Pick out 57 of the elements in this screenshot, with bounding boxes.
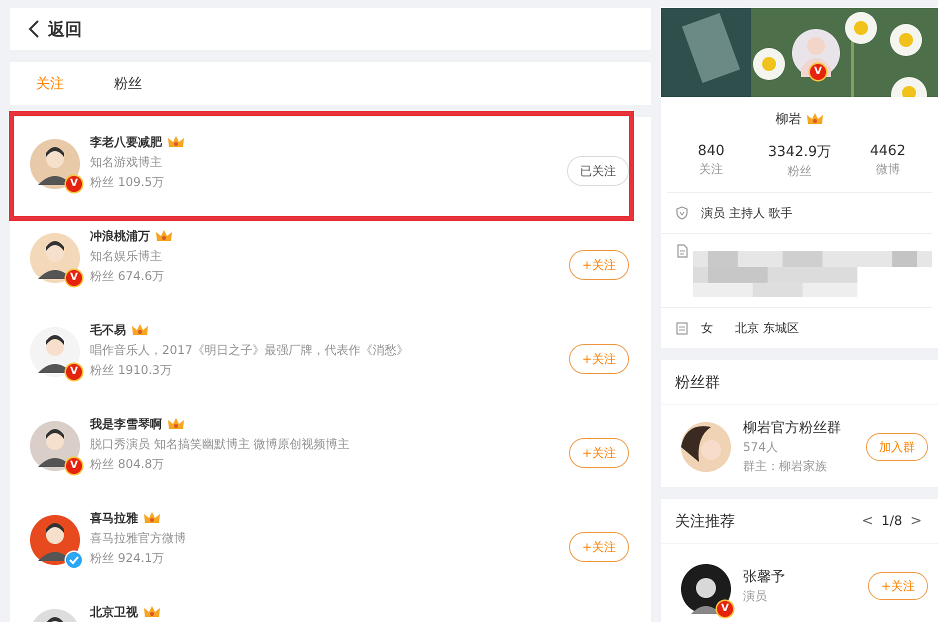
group-owner: 群主：柳岩家族 bbox=[743, 458, 828, 475]
verified-badge: V bbox=[717, 601, 733, 617]
crown-icon bbox=[131, 322, 149, 338]
tab[interactable]: 粉丝 bbox=[100, 74, 156, 92]
crown-icon bbox=[155, 228, 173, 244]
stat-label: 粉丝 bbox=[787, 163, 812, 180]
profile-name: 柳岩 bbox=[776, 111, 802, 128]
crown-icon bbox=[167, 416, 185, 432]
back-link[interactable]: 返回 bbox=[28, 18, 82, 40]
shield-icon bbox=[675, 206, 689, 220]
user-name[interactable]: 北京卫视 bbox=[90, 604, 138, 620]
user-description: 脱口秀演员 知名搞笑幽默博主 微博原创视频博主 bbox=[90, 436, 351, 453]
follow-button[interactable]: 已关注 bbox=[567, 156, 629, 186]
stat-value: 4462 bbox=[870, 143, 906, 159]
profile-detail: 女 bbox=[701, 320, 713, 336]
fan-count: 粉丝 1910.3万 bbox=[90, 362, 173, 379]
group-name[interactable]: 柳岩官方粉丝群 bbox=[743, 419, 854, 437]
stat-label: 关注 bbox=[699, 161, 724, 178]
crown-icon bbox=[806, 111, 824, 127]
crown-icon bbox=[167, 134, 185, 150]
user-name[interactable]: 冲浪桃浦万 bbox=[90, 228, 150, 244]
member-count: 574人 bbox=[743, 439, 779, 456]
user-description: 知名游戏博主 bbox=[90, 154, 163, 171]
verified-check-icon bbox=[66, 552, 82, 568]
user-description: 唱作音乐人，2017《明日之子》最强厂牌，代表作《消愁》 bbox=[90, 342, 410, 359]
verified-badge: V bbox=[66, 270, 82, 286]
user-name[interactable]: 张馨予 bbox=[743, 568, 856, 586]
stat-label: 微博 bbox=[876, 161, 900, 178]
document-icon bbox=[675, 244, 689, 258]
crown-icon bbox=[143, 604, 161, 620]
verified-badge: V bbox=[66, 458, 82, 474]
user-name[interactable]: 我是李雪琴啊 bbox=[90, 416, 162, 432]
fan-count: 粉丝 109.5万 bbox=[90, 174, 166, 191]
user-name[interactable]: 喜马拉雅 bbox=[90, 510, 138, 526]
verified-badge: V bbox=[66, 176, 82, 192]
user-description: 喜马拉雅官方微博 bbox=[90, 530, 187, 547]
profile-detail: 北京 东城区 bbox=[735, 320, 799, 336]
user-name[interactable]: 李老八要减肥 bbox=[90, 134, 162, 150]
calendar-icon bbox=[675, 321, 689, 335]
user-description: 演员 bbox=[743, 588, 768, 604]
fan-count: 粉丝 674.6万 bbox=[90, 268, 166, 285]
fan-count: 粉丝 804.8万 bbox=[90, 456, 166, 473]
fan-count: 粉丝 924.1万 bbox=[90, 550, 166, 567]
user-description: 知名娱乐博主 bbox=[90, 248, 163, 265]
verified-badge: V bbox=[66, 364, 82, 380]
section-title: 关注推荐 bbox=[675, 512, 735, 530]
back-icon bbox=[28, 19, 40, 39]
stat-value: 840 bbox=[698, 143, 725, 159]
previous-button[interactable]: < bbox=[860, 513, 876, 529]
next-button[interactable]: > bbox=[908, 513, 924, 529]
stat-value: 3342.9万 bbox=[768, 143, 831, 161]
profile-tags: 演员 主持人 歌手 bbox=[701, 204, 793, 222]
crown-icon bbox=[143, 510, 161, 526]
section-title: 粉丝群 bbox=[661, 360, 938, 405]
user-name[interactable]: 毛不易 bbox=[90, 322, 126, 338]
page-indicator: 1/8 bbox=[881, 514, 902, 528]
verified-badge: V bbox=[810, 64, 826, 80]
